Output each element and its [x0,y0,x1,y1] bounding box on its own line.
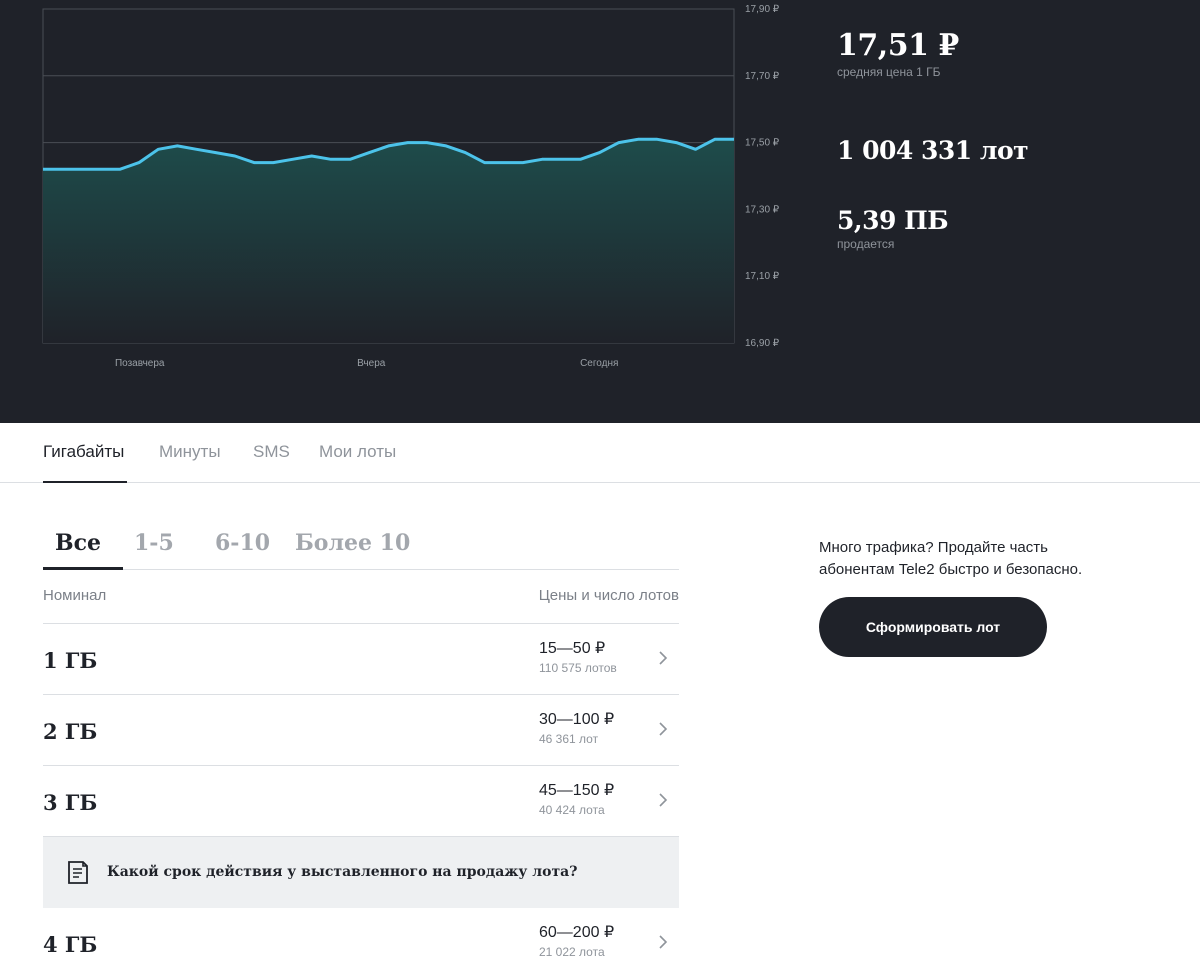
filter-tab-1-5[interactable]: 1-5 [134,530,174,556]
y-tick-label: 17,10 ₽ [745,271,780,282]
y-tick-label: 17,90 ₽ [745,4,780,15]
chevron-right-icon [659,651,668,665]
sell-traffic-promo: Много трафика? Продайте часть абонентам … [819,537,1119,581]
price-chart-section: 17,90 ₽ 17,70 ₽ 17,50 ₽ 17,30 ₽ 17,10 ₽ 16,90… [0,0,1200,423]
table-header: Номинал Цены и число лотов [43,586,679,624]
row-nominal: 1 ГБ [43,648,98,673]
active-filter-indicator [43,567,123,570]
document-icon [68,861,88,884]
promo-text-line-1: Много трафика? Продайте часть [819,539,1048,556]
y-tick-label: 17,50 ₽ [745,138,780,149]
table-row[interactable]: 1 ГБ 15—50 ₽ 110 575 лотов [43,624,679,695]
table-row[interactable]: 2 ГБ 30—100 ₽ 46 361 лот [43,695,679,766]
volume-filter-tabs: Все 1-5 6-10 Более 10 [43,528,679,570]
faq-banner[interactable]: Какой срок действия у выставленного на п… [43,837,679,908]
price-chart: 17,90 ₽ 17,70 ₽ 17,50 ₽ 17,30 ₽ 17,10 ₽ 16,90… [42,4,780,369]
avg-price-stat: 17,51 ₽ средняя цена 1 ГБ [837,28,959,79]
table-row[interactable]: 4 ГБ 60—200 ₽ 21 022 лота [43,908,679,979]
row-lots-count: 46 361 лот [539,732,599,746]
row-price-range: 30—100 ₽ [539,711,615,728]
row-price-range: 45—150 ₽ [539,782,615,799]
row-nominal: 4 ГБ [43,932,98,957]
tab-sms[interactable]: SMS [253,442,290,462]
selling-volume-value: 5,39 ПБ [837,206,949,235]
chevron-right-icon [659,793,668,807]
x-tick-label: Вчера [357,358,386,369]
filter-tab-more-10[interactable]: Более 10 [295,530,410,556]
create-lot-button[interactable]: Сформировать лот [819,597,1047,657]
lots-count-value: 1 004 331 лот [837,136,1029,165]
tab-my-lots[interactable]: Мои лоты [319,442,396,462]
tab-minutes[interactable]: Минуты [159,442,221,462]
active-tab-indicator [43,481,127,483]
tab-gigabytes[interactable]: Гигабайты [43,442,124,462]
column-header-prices: Цены и число лотов [538,587,679,604]
x-tick-label: Позавчера [115,358,165,369]
y-tick-label: 16,90 ₽ [745,338,780,349]
avg-price-caption: средняя цена 1 ГБ [837,65,941,79]
table-row[interactable]: 3 ГБ 45—150 ₽ 40 424 лота [43,766,679,837]
row-nominal: 3 ГБ [43,790,98,815]
y-tick-label: 17,30 ₽ [745,204,780,215]
y-tick-label: 17,70 ₽ [745,71,780,82]
x-tick-label: Сегодня [580,358,618,369]
chevron-right-icon [659,722,668,736]
row-lots-count: 40 424 лота [539,803,605,817]
main-tabs: Гигабайты Минуты SMS Мои лоты [0,423,1200,483]
row-price-range: 15—50 ₽ [539,640,606,657]
row-lots-count: 21 022 лота [539,945,605,959]
promo-text-line-2: абонентам Tele2 быстро и безопасно. [819,561,1083,578]
row-nominal: 2 ГБ [43,719,98,744]
faq-question: Какой срок действия у выставленного на п… [107,864,578,880]
selling-volume-caption: продается [837,237,895,251]
column-header-nominal: Номинал [43,587,107,604]
avg-price-value: 17,51 ₽ [837,28,959,63]
chevron-right-icon [659,935,668,949]
filter-tab-all[interactable]: Все [55,530,101,556]
row-lots-count: 110 575 лотов [539,661,617,675]
row-price-range: 60—200 ₽ [539,924,615,941]
lots-count-stat: 1 004 331 лот [837,136,1029,165]
filter-tab-6-10[interactable]: 6-10 [215,530,270,556]
selling-volume-stat: 5,39 ПБ продается [837,206,949,251]
price-area [43,139,734,343]
